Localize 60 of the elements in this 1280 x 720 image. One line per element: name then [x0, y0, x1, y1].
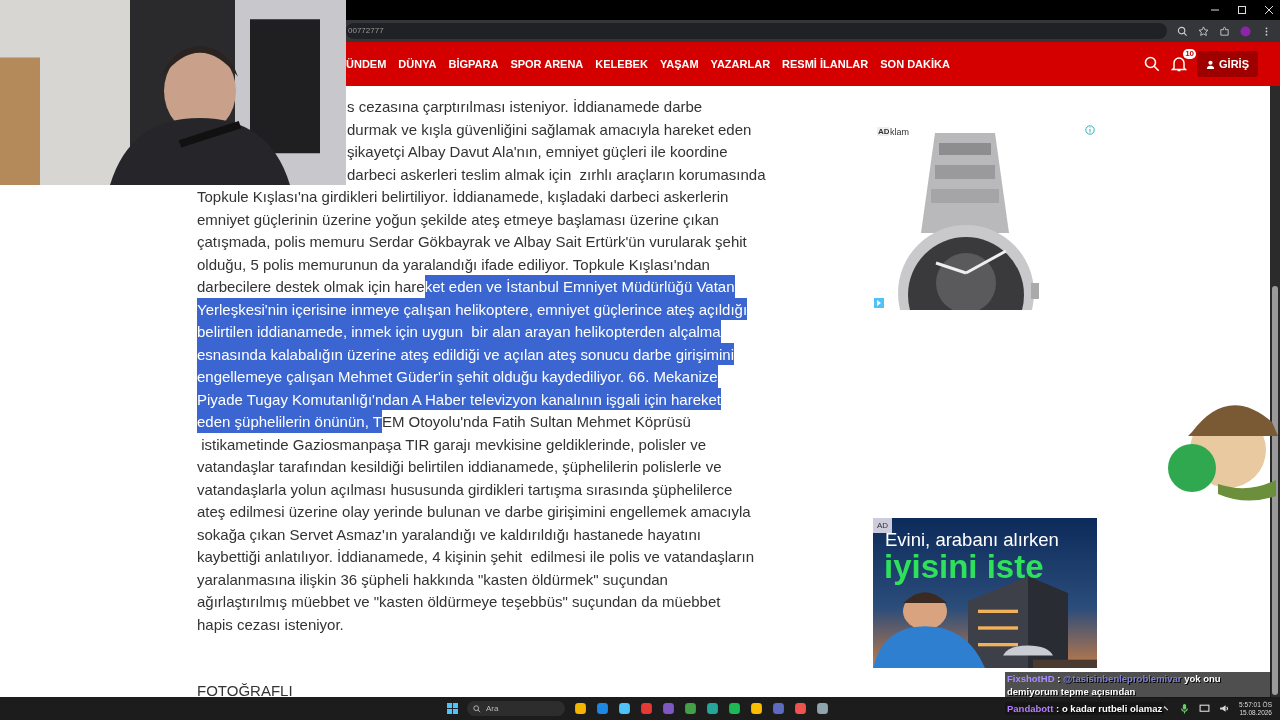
chat-message: Pandabott : o kadar rutbeli olamaz [1005, 702, 1165, 715]
app-icon[interactable] [596, 702, 609, 715]
chat-message: FixshotHD : @tasisinbenleproblemivar yok onu demiyorum tepme açısından [1005, 672, 1271, 698]
nav-link[interactable]: SPOR ARENA [510, 58, 584, 70]
app-icon[interactable] [794, 702, 807, 715]
text-line: durmak ve kışla güvenliğini sağlamak amacıyla hareket eden [346, 119, 753, 140]
user-icon [1206, 59, 1216, 69]
nav-link[interactable]: RESMİ İLANLAR [782, 58, 869, 70]
app-icon[interactable] [816, 702, 829, 715]
display-icon[interactable] [1199, 703, 1211, 714]
text-line: vatandaşlarla yolun açılması hususunda girdikleri tartışma sırasında şüphelilerce [197, 479, 734, 500]
nav-link[interactable]: ÜNDEM [346, 58, 387, 70]
address-field[interactable]: 00772777 [346, 23, 1167, 39]
speaker-icon[interactable] [1219, 703, 1231, 714]
search-icon [473, 704, 481, 713]
text-line: s cezasına çarptırılması isteniyor. İddianamede darbe [346, 97, 704, 117]
app-icon[interactable] [618, 702, 631, 715]
app-icon[interactable] [728, 702, 741, 715]
app-icon[interactable] [574, 702, 587, 715]
text-line: vatandaşlar tarafından kesildiği belirtilen iddianamede, şüphelilerin polislerle ve [197, 457, 723, 477]
app-icon[interactable] [706, 702, 719, 715]
zoom-icon[interactable] [1177, 25, 1188, 37]
text-line: sokağa çıkan Servet Asmaz'ın yaralandığı ve kaldırıldığı hastanede hayatını [197, 524, 702, 545]
scrollbar[interactable] [1270, 86, 1280, 697]
notification-badge: 10 [1183, 49, 1197, 59]
ad-card[interactable]: AD Evini, arabanı alırken iyisini iste [873, 518, 1097, 668]
windows-icon[interactable] [447, 703, 458, 714]
nav-link[interactable]: YAZARLAR [710, 58, 771, 70]
text-line: istikametinde Gaziosmanpaşa TIR garajı mevkisine geldiklerinde, polisler ve [200, 434, 708, 455]
text-line: emniyet güçlerinin üzerine yoğun şekilde ateş etmeye başlaması üzerine çıkan [197, 209, 720, 230]
app-icon[interactable] [750, 702, 763, 715]
app-icon[interactable] [684, 702, 697, 715]
maximize-icon[interactable] [1237, 5, 1247, 15]
ad-badge: AD [873, 518, 893, 533]
text-line: ağırlaştırılmış müebbet ve "kasten öldürmeye teşebbüs" suçundan da müebbet [197, 592, 722, 612]
search-field[interactable]: Ara [467, 701, 565, 716]
ad-slogan: iyisini iste [884, 548, 1044, 586]
nav-link[interactable]: SON DAKİKA [880, 58, 950, 70]
text-line: yaralanmasına ilişkin 36 şüpheli hakkında "kasten öldürmek" suçundan [197, 569, 669, 590]
text-line: hapis cezası isteniyor. [197, 614, 345, 635]
text-line: olduğu, 5 polis memurunun da yaralandığı ifade ediliyor. Topkule Kışlası'ndan [197, 254, 711, 275]
text-line: kaybettiği anlatılıyor. İddianamede, 4 kişinin şehit edilmesi ile polis ve vatandaşların [197, 547, 755, 567]
text-line: çatışmada, polis memuru Serdar Gökbayrak ve Albay Sait Ertürk'ün vurularak şehit [197, 232, 748, 252]
bell-icon[interactable] [1171, 56, 1188, 72]
nav-link[interactable]: YAŞAM [659, 58, 699, 70]
text-line: darbeci askerleri teslim almak için zırhlı araçların korumasında [346, 164, 767, 185]
microphone-icon[interactable] [1179, 703, 1191, 714]
nav-link[interactable]: DÜNYA [398, 58, 437, 70]
section-heading: FOTOĞRAFLI [197, 681, 293, 697]
close-icon[interactable] [1264, 5, 1274, 15]
nav-link[interactable]: BİGPARA [448, 58, 499, 70]
search-icon[interactable] [1144, 56, 1161, 72]
login-button[interactable]: GİRİŞ [1197, 51, 1258, 77]
nav-link[interactable]: KELEBEK [595, 58, 648, 70]
ad-label: klam [889, 127, 912, 137]
puzzle-icon[interactable] [1219, 25, 1230, 37]
text-line: şikayetçi Albay Davut Ala'nın, emniyet güçleri ile koordine [346, 142, 729, 162]
text-line: Topkule Kışlası'na girdikleri belirtiliyor. İddianamede, kışladaki darbeci askerlerin [197, 187, 730, 207]
text-line: ateş edilmesi üzerine olay yerinde bulunan ve darbe girişimini engellemek amacıyla [197, 502, 752, 522]
star-icon[interactable] [1198, 25, 1209, 37]
